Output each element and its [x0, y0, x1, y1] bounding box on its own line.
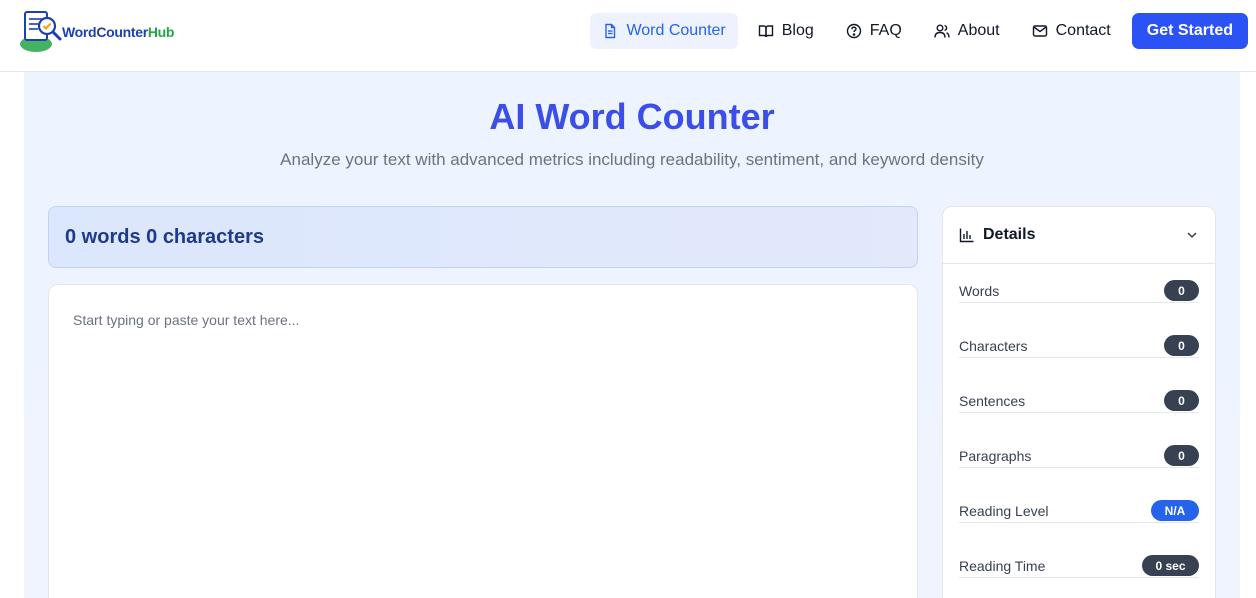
- nav-label: Word Counter: [626, 22, 726, 39]
- stat-value-badge: 0 sec: [1142, 555, 1199, 576]
- main-nav: Word Counter Blog FAQ About Contact Get …: [582, 13, 1248, 49]
- logo-document-magnifier-icon: [16, 6, 66, 56]
- stat-row-reading-time: Reading Time 0 sec: [959, 552, 1199, 578]
- nav-contact[interactable]: Contact: [1020, 13, 1123, 49]
- bar-chart-icon: [959, 228, 974, 243]
- users-icon: [934, 24, 950, 38]
- mail-icon: [1032, 25, 1047, 37]
- brand-name: WordCounterHub: [62, 24, 175, 40]
- details-header[interactable]: Details: [943, 207, 1215, 264]
- nav-faq[interactable]: FAQ: [834, 13, 914, 49]
- stat-label: Sentences: [959, 393, 1026, 409]
- get-started-button[interactable]: Get Started: [1131, 13, 1248, 49]
- stat-value-badge: 0: [1164, 280, 1199, 301]
- stat-label: Paragraphs: [959, 448, 1032, 464]
- nav-about[interactable]: About: [922, 13, 1012, 49]
- book-icon: [758, 25, 773, 38]
- stat-label: Characters: [959, 338, 1028, 354]
- nav-label: About: [957, 22, 1000, 39]
- site-header: WordCounterHub Word Counter Blog FAQ Abo…: [0, 0, 1256, 72]
- stat-value-badge: 0: [1164, 390, 1199, 411]
- nav-label: Blog: [781, 22, 814, 39]
- nav-blog[interactable]: Blog: [746, 13, 826, 49]
- text-input[interactable]: [49, 285, 917, 598]
- question-icon: [846, 23, 861, 39]
- details-panel: Details Words 0 Characters 0 Sentences 0…: [942, 206, 1216, 598]
- text-editor-card: [48, 284, 918, 598]
- stat-row-paragraphs: Paragraphs 0: [959, 442, 1199, 468]
- site-logo[interactable]: WordCounterHub: [16, 6, 175, 56]
- details-title: Details: [983, 226, 1036, 243]
- word-count-summary: 0 words 0 characters: [48, 206, 918, 268]
- stat-label: Words: [959, 283, 1000, 299]
- stat-row-words: Words 0: [959, 277, 1199, 303]
- stat-value-badge: N/A: [1151, 500, 1199, 521]
- brand-name-part2: Hub: [147, 24, 175, 40]
- nav-word-counter[interactable]: Word Counter: [590, 13, 738, 49]
- nav-label: Contact: [1055, 22, 1111, 39]
- main-content: AI Word Counter Analyze your text with a…: [24, 72, 1240, 598]
- chevron-down-icon[interactable]: [1185, 228, 1199, 242]
- stat-label: Reading Level: [959, 503, 1049, 519]
- stat-row-sentences: Sentences 0: [959, 387, 1199, 413]
- stat-row-characters: Characters 0: [959, 332, 1199, 358]
- page-title: AI Word Counter: [489, 96, 775, 137]
- stat-value-badge: 0: [1164, 445, 1199, 466]
- brand-name-part1: WordCounter: [62, 24, 148, 40]
- page-subtitle: Analyze your text with advanced metrics …: [280, 150, 984, 169]
- nav-label: FAQ: [869, 22, 902, 39]
- stat-row-reading-level: Reading Level N/A: [959, 497, 1199, 523]
- document-icon: [605, 23, 616, 39]
- stat-value-badge: 0: [1164, 335, 1199, 356]
- stat-label: Reading Time: [959, 558, 1046, 574]
